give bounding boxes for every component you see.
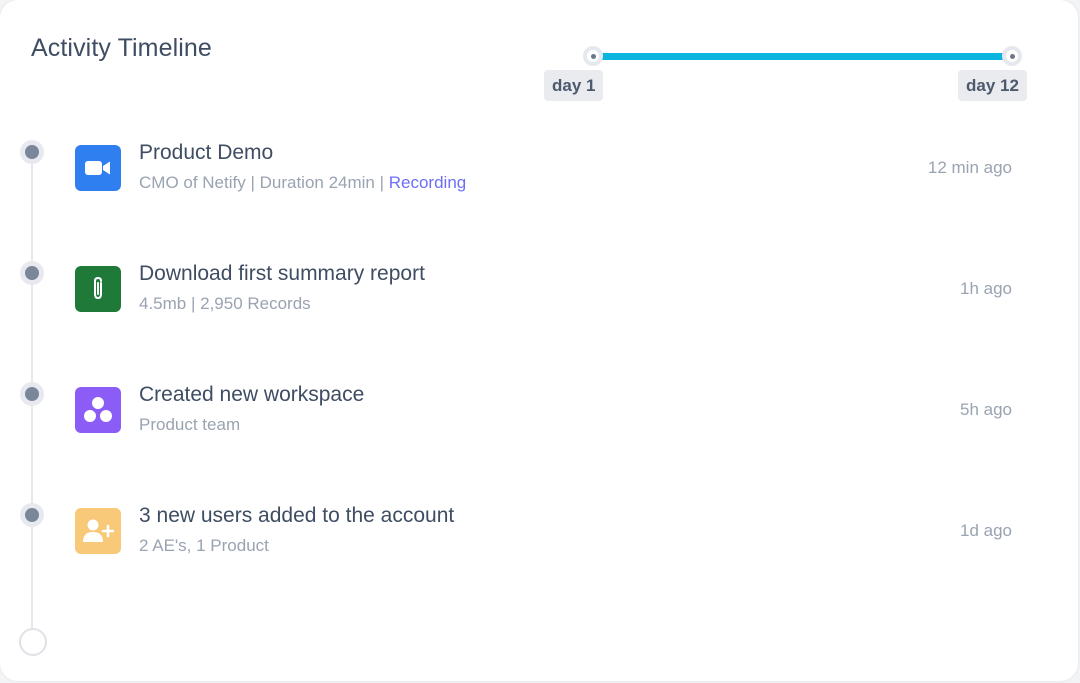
item-timestamp: 1d ago	[960, 521, 1012, 540]
timeline-item: 3 new users added to the account 2 AE's,…	[75, 504, 1020, 564]
item-subtitle: 4.5mb | 2,950 Records	[139, 294, 311, 313]
workspace-icon	[75, 387, 121, 433]
day-range-slider[interactable]: day 1 day 12	[544, 46, 1027, 106]
item-title: Download first summary report	[139, 262, 425, 285]
item-subtitle: Product team	[139, 415, 241, 434]
timeline-dot	[20, 503, 44, 527]
range-handle-max[interactable]	[1002, 46, 1022, 66]
video-camera-icon	[75, 145, 121, 191]
item-subtitle: CMO of Netify | Duration 24min | Recordi…	[139, 173, 466, 193]
item-title: Product Demo	[139, 141, 274, 164]
item-timestamp: 1h ago	[960, 279, 1012, 298]
range-track[interactable]	[593, 53, 1013, 60]
item-title: Created new workspace	[139, 383, 365, 406]
paperclip-icon	[75, 266, 121, 312]
range-max-label: day 12	[958, 70, 1027, 101]
item-subtitle: 2 AE's, 1 Product	[139, 536, 269, 555]
timeline-dot	[20, 261, 44, 285]
item-timestamp: 5h ago	[960, 400, 1012, 419]
recording-link[interactable]: Recording	[389, 173, 467, 192]
add-user-icon	[75, 508, 121, 554]
range-min-label: day 1	[544, 70, 604, 101]
activity-timeline-card: Activity Timeline day 1 day 12 Product D…	[0, 0, 1078, 681]
timeline-dot	[20, 382, 44, 406]
timeline-item: Product Demo CMO of Netify | Duration 24…	[75, 141, 1020, 201]
item-timestamp: 12 min ago	[927, 158, 1012, 177]
item-title: 3 new users added to the account	[139, 504, 455, 527]
timeline-item: Created new workspace Product team 5h ag…	[75, 383, 1020, 443]
timeline-dot	[20, 140, 44, 164]
range-handle-min[interactable]	[583, 46, 603, 66]
timeline-end-circle	[19, 628, 47, 656]
timeline-item: Download first summary report 4.5mb | 2,…	[75, 262, 1020, 322]
card-title: Activity Timeline	[31, 34, 212, 62]
item-subtitle-text: CMO of Netify | Duration 24min |	[139, 173, 389, 192]
